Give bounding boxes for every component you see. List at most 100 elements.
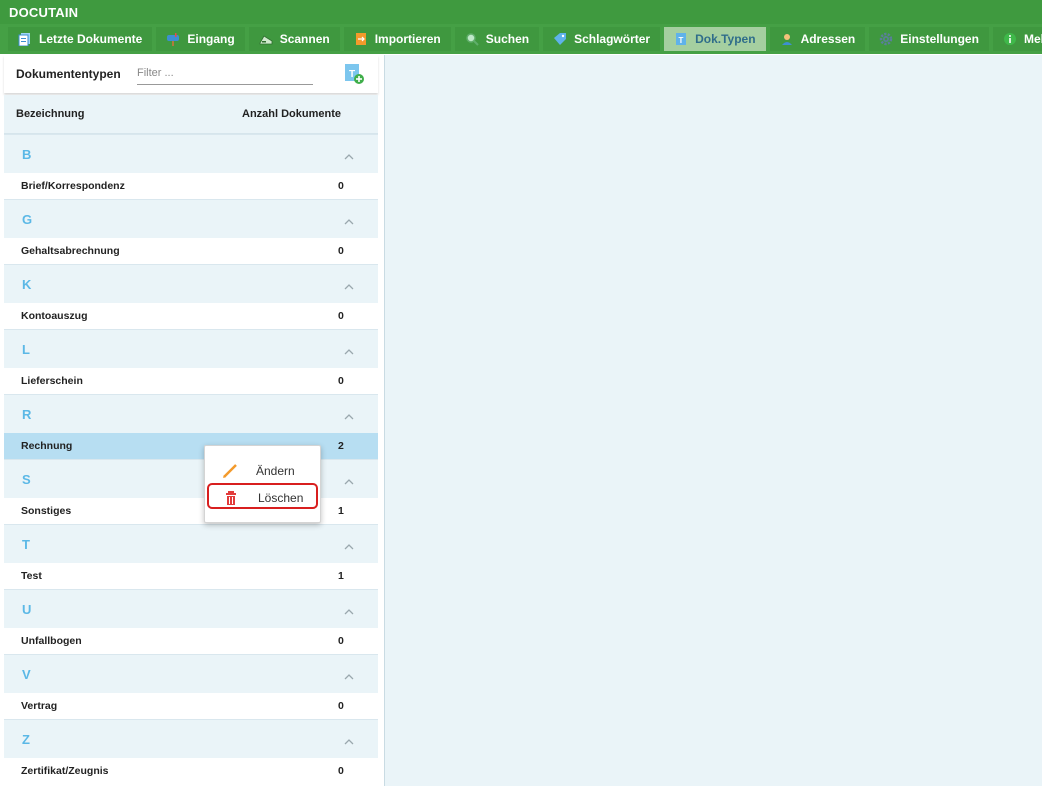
doctype-row[interactable]: Lieferschein 0 [4, 368, 378, 394]
trash-icon [223, 489, 241, 507]
chevron-up-icon[interactable] [344, 149, 354, 160]
chevron-up-icon[interactable] [344, 604, 354, 615]
group-header[interactable]: L [4, 329, 378, 368]
group-header[interactable]: S [4, 459, 378, 498]
nav-adressen[interactable]: Adressen [769, 27, 866, 51]
chevron-up-icon[interactable] [344, 734, 354, 745]
context-delete-label: Löschen [258, 491, 304, 505]
nav-label: Eingang [187, 32, 235, 46]
nav-eingang[interactable]: Eingang [156, 27, 245, 51]
column-header: Bezeichnung Anzahl Dokumente [4, 95, 378, 134]
chevron-up-icon[interactable] [344, 474, 354, 485]
group-header[interactable]: R [4, 394, 378, 433]
doctype-count: 0 [338, 635, 344, 647]
doctype-row[interactable]: Kontoauszug 0 [4, 303, 378, 329]
nav-suchen[interactable]: Suchen [454, 27, 540, 51]
group-header[interactable]: B [4, 134, 378, 173]
new-doctype-icon: T [344, 64, 364, 89]
nav-mehr[interactable]: Mehr [992, 27, 1042, 51]
doctype-name: Kontoauszug [21, 310, 88, 322]
nav-schlagwoerter[interactable]: Schlagwörter [543, 27, 661, 51]
info-icon [1003, 32, 1017, 46]
group-letter: K [22, 277, 32, 292]
detail-panel [384, 55, 1042, 786]
doctype-row[interactable]: Vertrag 0 [4, 693, 378, 719]
nav-dok-typen[interactable]: T Dok.Typen [664, 27, 766, 51]
group-header[interactable]: Z [4, 719, 378, 758]
column-name-header[interactable]: Bezeichnung [16, 108, 84, 120]
doctype-count: 2 [338, 440, 344, 452]
doctype-row[interactable]: Sonstiges 1 [4, 498, 378, 524]
chevron-up-icon[interactable] [344, 409, 354, 420]
chevron-up-icon[interactable] [344, 539, 354, 550]
doctype-name: Unfallbogen [21, 635, 82, 647]
doctype-count: 1 [338, 570, 344, 582]
context-edit-label: Ändern [256, 464, 295, 478]
nav-label: Mehr [1023, 32, 1042, 46]
doctype-row[interactable]: Brief/Korrespondenz 0 [4, 173, 378, 199]
filter-input[interactable] [137, 64, 313, 85]
nav-einstellungen[interactable]: Einstellungen [869, 27, 989, 51]
app-title: DOCUTAIN [9, 5, 79, 20]
search-icon [465, 32, 479, 46]
nav-scannen[interactable]: Scannen [248, 27, 340, 51]
doctype-count: 1 [338, 505, 344, 517]
nav-label: Suchen [485, 32, 530, 46]
group-header[interactable]: U [4, 589, 378, 628]
doctype-count: 0 [338, 310, 344, 322]
doctype-name: Zertifikat/Zeugnis [21, 765, 109, 777]
doctype-list-panel: Dokumententypen T Bezeichnung Anzahl Dok… [4, 55, 378, 786]
column-count-header[interactable]: Anzahl Dokumente [242, 108, 341, 120]
doctype-name: Test [21, 570, 42, 582]
doctype-row[interactable]: Unfallbogen 0 [4, 628, 378, 654]
doctype-count: 0 [338, 700, 344, 712]
group-letter: U [22, 602, 32, 617]
app-title-bar: DOCUTAIN [0, 0, 1042, 24]
tag-icon [553, 32, 567, 46]
doctype-row[interactable]: Zertifikat/Zeugnis 0 [4, 758, 378, 784]
documents-icon [18, 32, 32, 46]
group-letter: Z [22, 732, 30, 747]
doctype-count: 0 [338, 245, 344, 257]
main-toolbar: Letzte Dokumente Eingang Scannen Importi… [0, 24, 1042, 54]
doctype-icon: T [674, 32, 688, 46]
doctype-name: Vertrag [21, 700, 58, 712]
group-letter: R [22, 407, 32, 422]
doctype-groups: B Brief/Korrespondenz 0 G Gehaltsabrechnung 0… [4, 134, 378, 784]
group-header[interactable]: K [4, 264, 378, 303]
nav-importieren[interactable]: Importieren [343, 27, 451, 51]
scanner-icon [259, 32, 273, 46]
group-header[interactable]: V [4, 654, 378, 693]
nav-label: Dok.Typen [695, 32, 756, 46]
doctype-row[interactable]: Gehaltsabrechnung 0 [4, 238, 378, 264]
nav-label: Scannen [279, 32, 330, 46]
doctype-row[interactable]: Rechnung 2 [4, 433, 378, 459]
doctype-row[interactable]: Test 1 [4, 563, 378, 589]
nav-label: Importieren [374, 32, 441, 46]
mailbox-icon [166, 32, 180, 46]
gear-icon [879, 32, 893, 46]
doctype-name: Gehaltsabrechnung [21, 245, 120, 257]
nav-label: Adressen [800, 32, 856, 46]
chevron-up-icon[interactable] [344, 279, 354, 290]
new-doctype-button[interactable]: T [344, 63, 364, 85]
group-letter: B [22, 147, 32, 162]
doctype-count: 0 [338, 765, 344, 777]
doctype-name: Lieferschein [21, 375, 83, 387]
chevron-up-icon[interactable] [344, 669, 354, 680]
context-edit-item[interactable]: Ändern [207, 458, 318, 484]
chevron-up-icon[interactable] [344, 344, 354, 355]
doctype-count: 0 [338, 375, 344, 387]
group-letter: L [22, 342, 30, 357]
nav-letzte-dokumente[interactable]: Letzte Dokumente [8, 27, 153, 51]
group-letter: S [22, 472, 31, 487]
nav-label: Schlagwörter [574, 32, 651, 46]
doctype-count: 0 [338, 180, 344, 192]
chevron-up-icon[interactable] [344, 214, 354, 225]
panel-header: Dokumententypen T [4, 55, 378, 93]
panel-title: Dokumententypen [16, 67, 121, 81]
group-header[interactable]: G [4, 199, 378, 238]
doctype-name: Sonstiges [21, 505, 72, 517]
group-header[interactable]: T [4, 524, 378, 563]
context-delete-item[interactable]: Löschen [207, 483, 318, 509]
